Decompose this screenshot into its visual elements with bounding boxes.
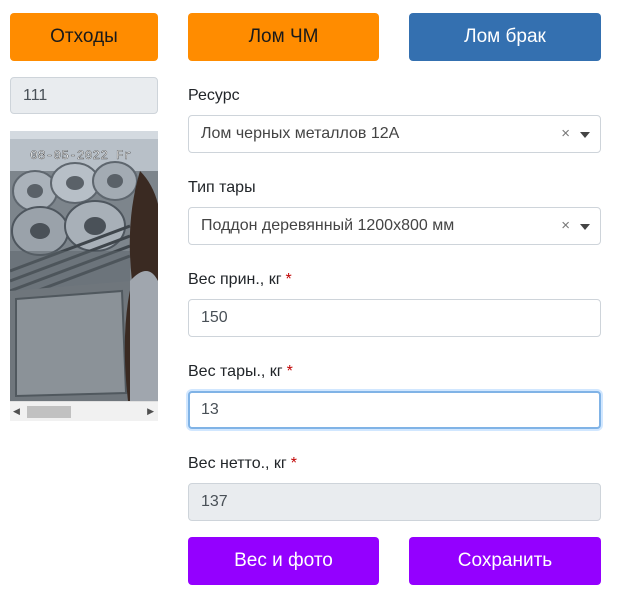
required-mark: *	[285, 271, 292, 288]
chevron-down-icon[interactable]	[580, 224, 590, 230]
clear-icon[interactable]: ×	[561, 217, 570, 234]
gross-weight-label: Вес прин., кг *	[188, 271, 292, 289]
net-weight-field: 137	[188, 483, 601, 521]
container-type-label: Тип тары	[188, 179, 256, 196]
container-type-select[interactable]: Поддон деревянный 1200х800 мм ×	[188, 207, 601, 245]
camera-snapshot: 08-05-2022 Fr	[10, 131, 158, 401]
gross-weight-label-text: Вес прин., кг	[188, 271, 282, 288]
scrollbar-thumb[interactable]	[27, 406, 71, 418]
gross-weight-input[interactable]: 150	[188, 299, 601, 337]
scrap-ferrous-button[interactable]: Лом ЧМ	[188, 13, 379, 61]
resource-select-value: Лом черных металлов 12А	[201, 125, 400, 142]
chevron-down-icon[interactable]	[580, 132, 590, 138]
required-mark: *	[290, 455, 297, 472]
net-weight-label: Вес нетто., кг *	[188, 455, 297, 473]
record-id-field: 111	[10, 77, 158, 114]
scrap-defect-button[interactable]: Лом брак	[409, 13, 601, 61]
required-mark: *	[286, 363, 293, 380]
camera-scrollbar[interactable]: ◀ ▶	[10, 401, 158, 421]
net-weight-label-text: Вес нетто., кг	[188, 455, 287, 472]
camera-timestamp: 08-05-2022 Fr	[30, 148, 131, 163]
scroll-left-arrow-icon[interactable]: ◀	[13, 406, 20, 417]
resource-label: Ресурс	[188, 87, 240, 104]
waste-button[interactable]: Отходы	[10, 13, 158, 61]
camera-image: 08-05-2022 Fr	[10, 131, 158, 401]
tare-weight-label-text: Вес тары., кг	[188, 363, 283, 380]
save-button[interactable]: Сохранить	[409, 537, 601, 585]
clear-icon[interactable]: ×	[561, 125, 570, 142]
scroll-right-arrow-icon[interactable]: ▶	[147, 406, 154, 417]
weigh-and-photo-button[interactable]: Вес и фото	[188, 537, 379, 585]
resource-select[interactable]: Лом черных металлов 12А ×	[188, 115, 601, 153]
container-type-select-value: Поддон деревянный 1200х800 мм	[201, 217, 455, 234]
tare-weight-label: Вес тары., кг *	[188, 363, 293, 381]
tare-weight-input[interactable]: 13	[188, 391, 601, 429]
